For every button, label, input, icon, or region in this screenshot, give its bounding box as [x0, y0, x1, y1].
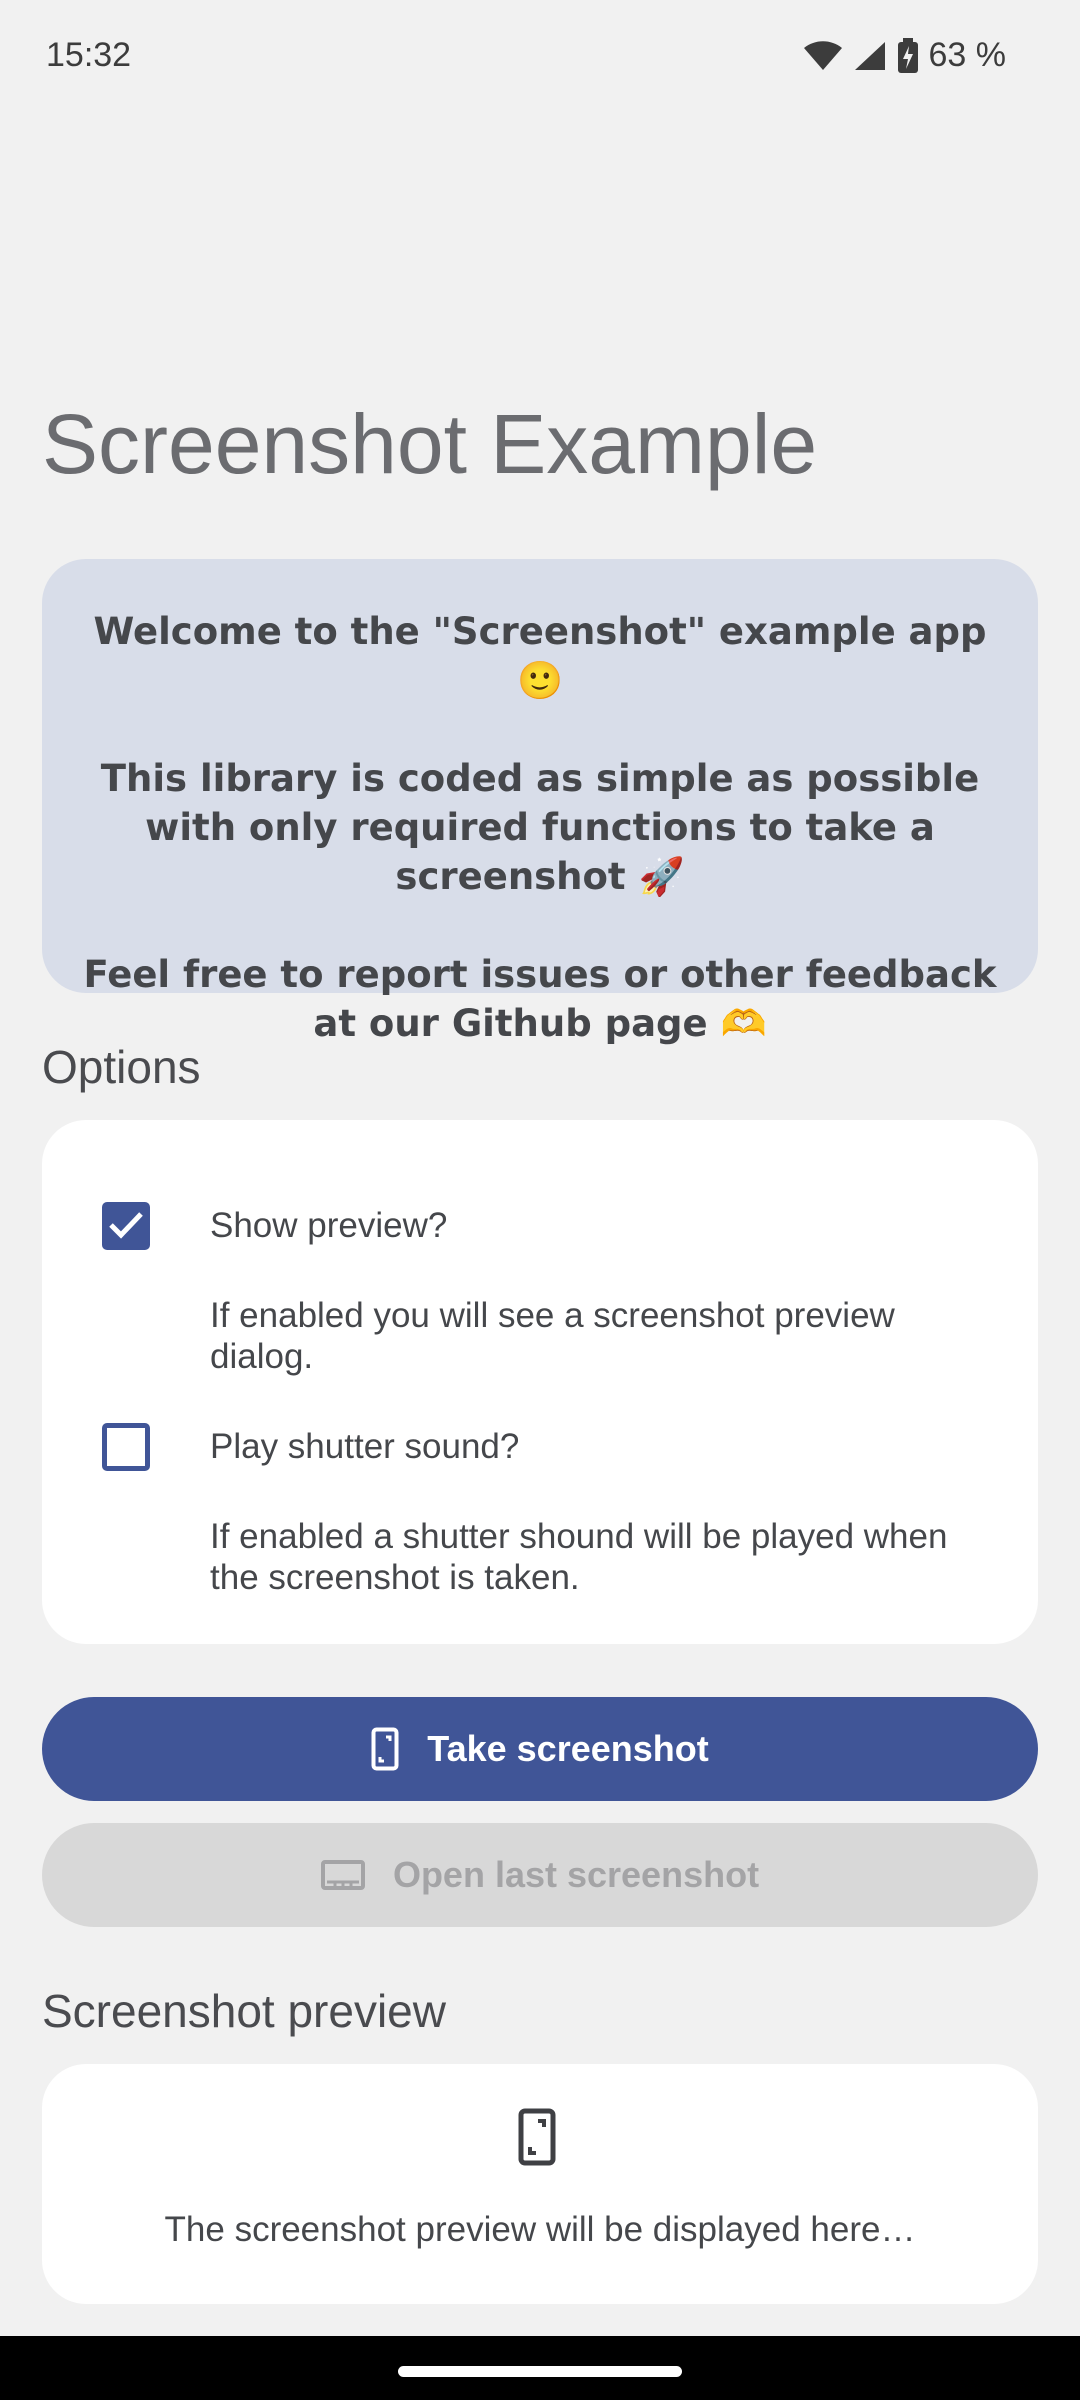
- preview-placeholder-text: The screenshot preview will be displayed…: [164, 2210, 916, 2249]
- open-last-screenshot-button[interactable]: Open last screenshot: [42, 1823, 1038, 1927]
- shutter-sound-label[interactable]: Play shutter sound?: [210, 1427, 519, 1467]
- shutter-sound-description: If enabled a shutter shound will be play…: [210, 1517, 948, 1597]
- page-title: Screenshot Example: [42, 397, 818, 491]
- options-heading: Options: [42, 1041, 201, 1093]
- navigation-bar: [0, 2336, 1080, 2400]
- show-preview-description: If enabled you will see a screenshot pre…: [210, 1296, 895, 1376]
- welcome-card: Welcome to the "Screenshot" example app …: [42, 559, 1038, 1045]
- welcome-line: Welcome to the "Screenshot" example app …: [93, 610, 987, 702]
- take-screenshot-label: Take screenshot: [427, 1728, 709, 1769]
- wifi-icon: [803, 40, 843, 72]
- status-time: 15:32: [46, 36, 132, 74]
- battery-percent: 63 %: [928, 36, 1007, 74]
- preview-heading: Screenshot preview: [42, 1985, 446, 2037]
- feedback-note: Feel free to report issues or other feed…: [83, 953, 997, 1045]
- home-gesture-handle[interactable]: [398, 2366, 682, 2377]
- options-card: Show preview? If enabled you will see a …: [42, 1120, 1038, 1644]
- phone-screenshot-icon: [518, 2108, 556, 2171]
- library-description: This library is coded as simple as possi…: [100, 757, 980, 898]
- take-screenshot-button[interactable]: Take screenshot: [42, 1697, 1038, 1801]
- shutter-sound-checkbox[interactable]: [102, 1423, 150, 1471]
- status-bar: 15:32 63 %: [0, 0, 1080, 120]
- show-preview-checkbox[interactable]: [102, 1202, 150, 1250]
- status-icons: 63 %: [803, 36, 1007, 75]
- battery-charging-icon: [897, 37, 919, 74]
- screenshot-gallery-icon: [320, 1860, 365, 1890]
- show-preview-label[interactable]: Show preview?: [210, 1206, 447, 1246]
- open-last-screenshot-label: Open last screenshot: [392, 1854, 760, 1895]
- phone-icon: [371, 1727, 399, 1771]
- preview-card: [42, 2064, 1038, 2304]
- signal-icon: [853, 40, 887, 72]
